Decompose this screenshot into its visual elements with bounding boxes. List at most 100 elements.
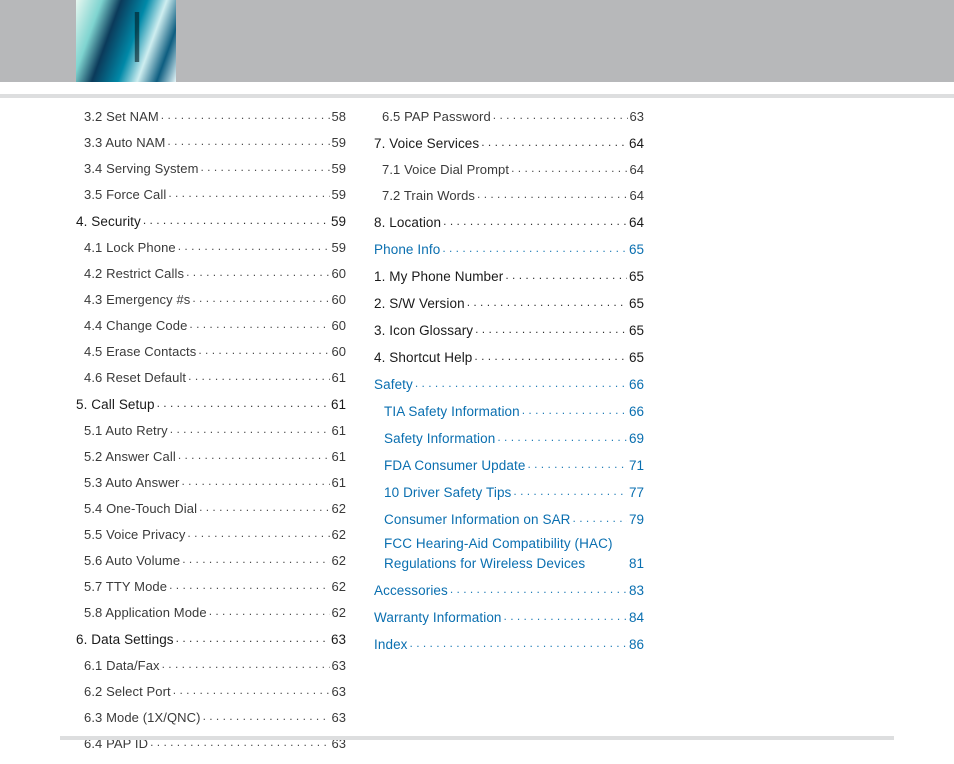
toc-entry: 5.2 Answer Call61: [84, 448, 346, 463]
toc-leader: [442, 240, 627, 254]
toc-label: 5.8 Application Mode: [84, 606, 207, 619]
toc-leader: [410, 635, 627, 649]
toc-label: 8. Location: [374, 216, 441, 230]
toc-page: 59: [332, 136, 346, 149]
toc-page: 61: [332, 371, 346, 384]
toc-leader: [178, 239, 330, 252]
toc-leader: [143, 212, 329, 226]
toc-entry: 4.1 Lock Phone59: [84, 239, 346, 254]
toc-page: 86: [629, 638, 644, 652]
toc-label: 3.5 Force Call: [84, 188, 166, 201]
toc-leader: [443, 213, 627, 227]
toc-label: Consumer Information on SAR: [384, 513, 571, 527]
toc-page: 59: [332, 188, 346, 201]
toc-entry[interactable]: Consumer Information on SAR79: [384, 510, 644, 526]
toc-label: 5.4 One-Touch Dial: [84, 502, 197, 515]
toc-leader: [201, 160, 330, 173]
toc-entry[interactable]: Index86: [374, 635, 644, 651]
toc-page: 63: [331, 633, 346, 647]
toc-page: 64: [629, 137, 644, 151]
toc-leader: [182, 552, 329, 565]
toc-entry[interactable]: Warranty Information 84: [374, 608, 644, 624]
toc-page: 62: [332, 606, 346, 619]
toc-entry: 4.5 Erase Contacts60: [84, 343, 346, 358]
toc-entry: 1. My Phone Number65: [374, 267, 644, 283]
toc-entry[interactable]: TIA Safety Information66: [384, 402, 644, 418]
toc-leader: [504, 608, 627, 622]
toc-entry[interactable]: Safety Information69: [384, 429, 644, 445]
toc-label: 7.2 Train Words: [382, 189, 475, 202]
toc-entry[interactable]: FDA Consumer Update71: [384, 456, 644, 472]
toc-entry: 3.2 Set NAM58: [84, 108, 346, 123]
toc-label: 10 Driver Safety Tips: [384, 486, 511, 500]
toc-entry: 3.3 Auto NAM59: [84, 134, 346, 149]
toc-leader: [161, 108, 330, 121]
toc-columns: 3.2 Set NAM583.3 Auto NAM593.4 Serving S…: [76, 108, 904, 734]
toc-label: 5.7 TTY Mode: [84, 580, 167, 593]
toc-label: 4.2 Restrict Calls: [84, 267, 184, 280]
toc-page: 63: [332, 659, 346, 672]
toc-page: 65: [629, 270, 644, 284]
toc-entry[interactable]: FCC Hearing-Aid Compatibility (HAC): [384, 537, 644, 551]
toc-page: 66: [629, 405, 644, 419]
toc-leader: [199, 500, 329, 513]
toc-page: 61: [332, 424, 346, 437]
toc-leader: [169, 578, 329, 591]
toc-leader: [497, 429, 627, 443]
toc-entry[interactable]: Regulations for Wireless Devices81: [384, 557, 644, 571]
toc-page: 63: [630, 110, 644, 123]
header-photo: [76, 0, 176, 82]
toc-leader: [527, 456, 627, 470]
toc-entry: 5.3 Auto Answer 61: [84, 474, 346, 489]
toc-entry: 4.6 Reset Default 61: [84, 369, 346, 384]
toc-page: 61: [331, 398, 346, 412]
toc-leader: [477, 187, 628, 200]
toc-page: 77: [629, 486, 644, 500]
toc-label: 6. Data Settings: [76, 633, 174, 647]
toc-page: 59: [332, 162, 346, 175]
toc-entry: 5.7 TTY Mode62: [84, 578, 346, 593]
toc-label: 5.3 Auto Answer: [84, 476, 179, 489]
toc-leader: [170, 422, 330, 435]
header-bar: [0, 0, 954, 82]
toc-page: 69: [629, 432, 644, 446]
toc-page: 81: [629, 557, 644, 571]
toc-page: 59: [331, 215, 346, 229]
toc-leader: [198, 343, 329, 356]
toc-entry: 7.2 Train Words64: [382, 187, 644, 202]
toc-entry[interactable]: Phone Info65: [374, 240, 644, 256]
toc-entry[interactable]: Accessories83: [374, 581, 644, 597]
toc-label: 5. Call Setup: [76, 398, 155, 412]
toc-page: 61: [332, 476, 346, 489]
toc-leader: [187, 526, 329, 539]
toc-page: 65: [629, 297, 644, 311]
toc-leader: [167, 134, 329, 147]
toc-label: Warranty Information: [374, 611, 502, 625]
toc-page: 64: [629, 216, 644, 230]
toc-entry: 7.1 Voice Dial Prompt64: [382, 161, 644, 176]
toc-entry[interactable]: Safety66: [374, 375, 644, 391]
toc-page: 62: [332, 502, 346, 515]
toc-page: 62: [332, 528, 346, 541]
toc-leader: [450, 581, 627, 595]
top-rule: [0, 94, 954, 98]
toc-leader: [513, 483, 627, 497]
toc-entry: 5.5 Voice Privacy62: [84, 526, 346, 541]
toc-page: 65: [629, 243, 644, 257]
toc-entry[interactable]: 10 Driver Safety Tips 77: [384, 483, 644, 499]
toc-page: 58: [332, 110, 346, 123]
toc-leader: [475, 321, 627, 335]
toc-page: 63: [332, 685, 346, 698]
toc-leader: [474, 348, 627, 362]
toc-entry: 5.1 Auto Retry61: [84, 422, 346, 437]
toc-entry: 5. Call Setup 61: [76, 395, 346, 411]
toc-page: 84: [629, 611, 644, 625]
toc-label: 3. Icon Glossary: [374, 324, 473, 338]
toc-label: 4.4 Change Code: [84, 319, 187, 332]
toc-label: FDA Consumer Update: [384, 459, 525, 473]
toc-leader: [511, 161, 627, 174]
toc-leader: [176, 630, 329, 644]
toc-label: 4.6 Reset Default: [84, 371, 186, 384]
toc-leader: [467, 294, 627, 308]
toc-label: Safety: [374, 378, 413, 392]
